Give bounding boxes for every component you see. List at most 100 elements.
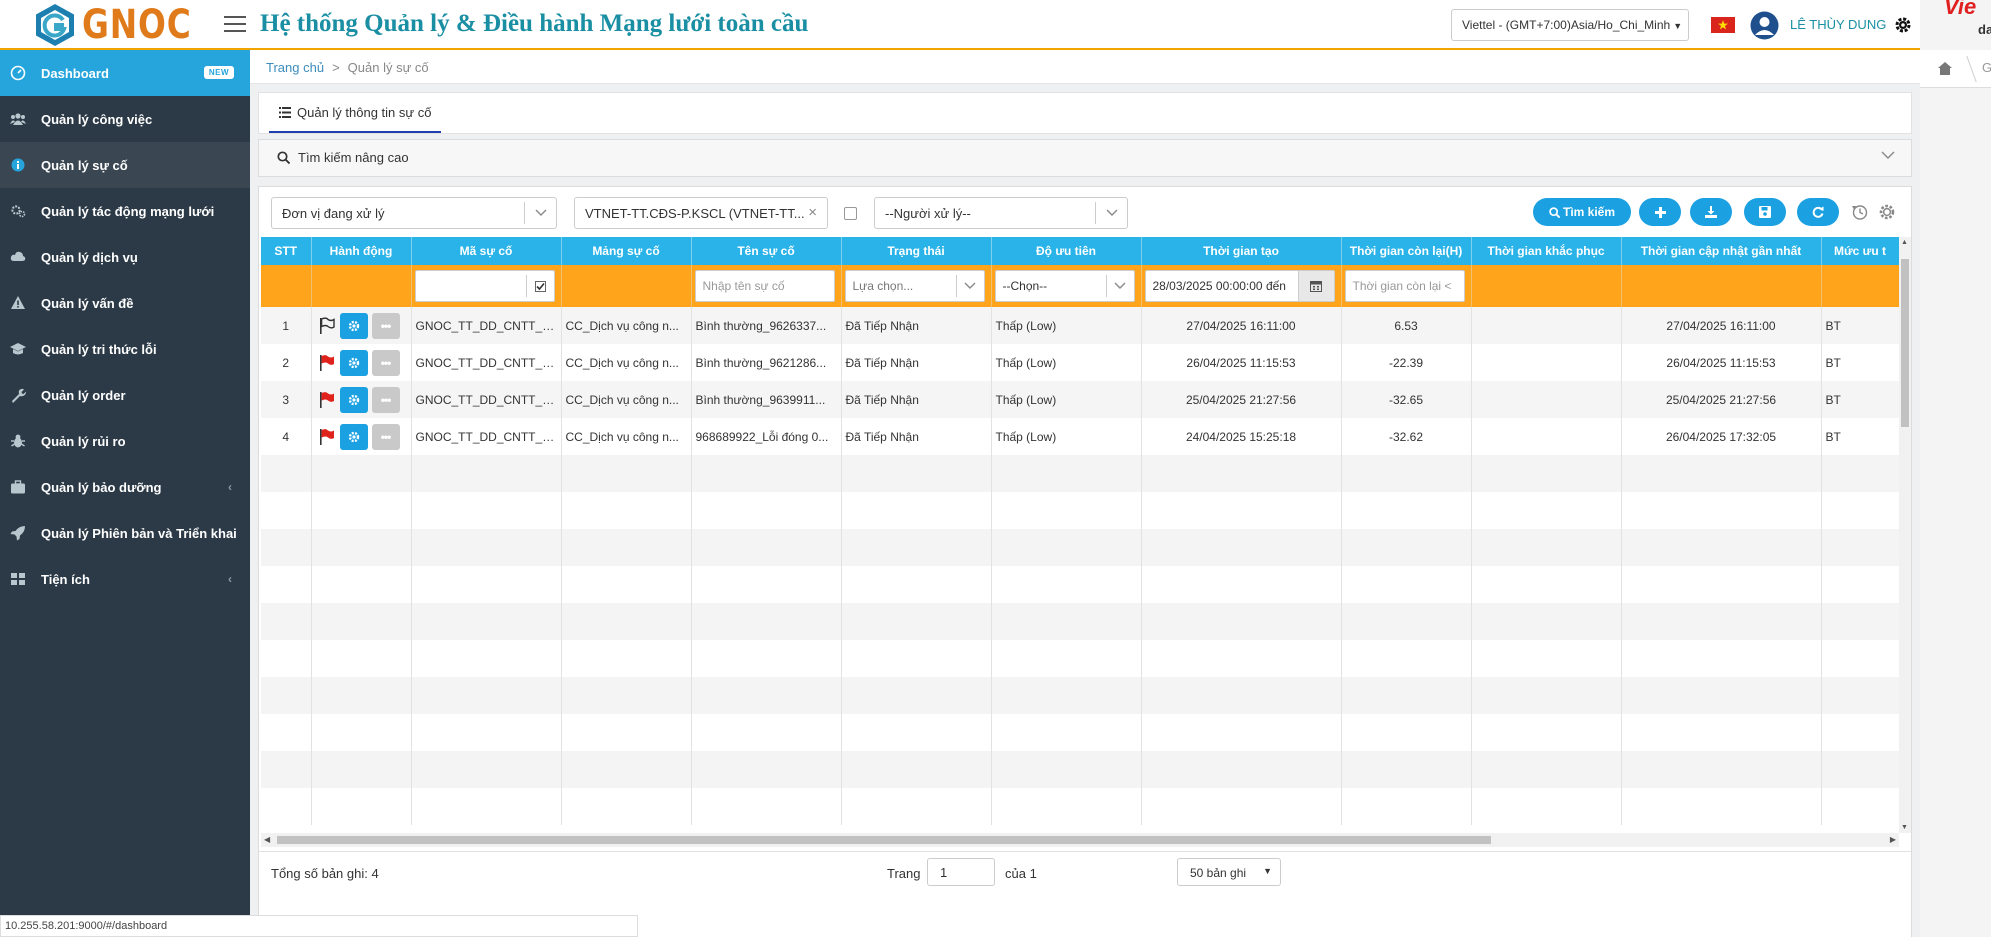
calendar-icon[interactable] — [1297, 271, 1334, 301]
sidebar-item-dashboard[interactable]: Dashboard NEW — [0, 50, 250, 96]
check-icon[interactable] — [525, 275, 554, 297]
sidebar-item-label: Quản lý order — [41, 387, 126, 403]
sidebar-item-knowledge[interactable]: Quản lý tri thức lỗi — [0, 326, 250, 372]
row-more-button[interactable]: ••• — [371, 349, 400, 376]
sidebar-item-release[interactable]: Quản lý Phiên bản và Triển khai — [0, 510, 250, 556]
gnoc-logo[interactable]: GNOC — [32, 2, 216, 48]
horizontal-scrollbar[interactable]: ◀ ▶ — [261, 833, 1899, 847]
table-row[interactable]: 4 ••• GNOC_TT_DD_CNTT_2... CC_Dịch vụ cô… — [261, 418, 1899, 455]
breadcrumb-current: Quản lý sự cố — [347, 60, 429, 75]
add-button[interactable] — [1639, 198, 1681, 226]
scroll-down-arrow-icon[interactable]: ▼ — [1901, 824, 1908, 831]
cell-code[interactable]: GNOC_TT_DD_CNTT_2... — [411, 418, 562, 455]
column-settings-gear-icon[interactable] — [1878, 203, 1896, 221]
sidebar-item-maintenance[interactable]: Quản lý bảo dưỡng ‹ — [0, 464, 250, 510]
sidebar-item-problem[interactable]: Quản lý vấn đề — [0, 280, 250, 326]
col-header-area[interactable]: Mảng sự cố — [561, 237, 692, 265]
home-icon[interactable] — [1938, 62, 1952, 75]
col-header-code[interactable]: Mã sự cố — [411, 237, 562, 265]
sidebar-item-utilities[interactable]: Tiện ích ‹ — [0, 556, 250, 602]
search-button[interactable]: Tìm kiếm — [1533, 198, 1631, 226]
breadcrumb-home-link[interactable]: Trang chủ — [266, 60, 324, 75]
advanced-search-toggle[interactable]: Tìm kiếm nâng cao — [258, 139, 1912, 177]
menu-toggle-icon[interactable] — [224, 16, 246, 34]
row-settings-button[interactable] — [339, 312, 368, 339]
col-header-name[interactable]: Tên sự cố — [691, 237, 842, 265]
user-avatar-icon[interactable] — [1750, 11, 1779, 40]
unit-selected-chip[interactable]: VTNET-TT.CĐS-P.KSCL (VTNET-TT... × — [574, 197, 828, 229]
name-filter-input[interactable]: Nhập tên sự cố — [694, 270, 835, 302]
main-content: Trang chủ > Quản lý sự cố Quản lý thông ti… — [250, 50, 1920, 937]
sidebar-item-network-impact[interactable]: Quản lý tác động mạng lưới — [0, 188, 250, 234]
created-date-range-input[interactable]: 28/03/2025 00:00:00 đến — [1144, 270, 1335, 302]
include-subunit-checkbox[interactable] — [844, 207, 857, 220]
sidebar-item-work[interactable]: Quản lý công việc — [0, 96, 250, 142]
sidebar-item-service[interactable]: Quản lý dịch vụ — [0, 234, 250, 280]
download-button[interactable] — [1690, 198, 1732, 226]
status-filter-select[interactable]: Lựa chọn... — [844, 270, 985, 302]
viettel-brand-text: Vie — [1944, 0, 1977, 19]
clear-icon[interactable]: × — [808, 204, 817, 221]
sidebar-item-label: Tiện ích — [41, 571, 90, 587]
flag-red-icon[interactable] — [318, 391, 336, 409]
sidebar-item-order[interactable]: Quản lý order — [0, 372, 250, 418]
timezone-select[interactable]: Viettel - (GMT+7:00)Asia/Ho_Chi_Minh ▼ — [1451, 9, 1689, 41]
vietnam-flag-icon[interactable] — [1711, 17, 1735, 33]
col-header-status[interactable]: Trạng thái — [841, 237, 992, 265]
row-more-button[interactable]: ••• — [371, 423, 400, 450]
code-filter-input[interactable] — [414, 270, 555, 302]
horizontal-scroll-thumb[interactable] — [277, 836, 1491, 844]
col-header-level[interactable]: Mức ưu t — [1821, 237, 1899, 265]
scroll-right-arrow-icon[interactable]: ▶ — [1890, 835, 1896, 844]
remaining-filter-input[interactable]: Thời gian còn lại < — [1344, 270, 1465, 302]
row-more-button[interactable]: ••• — [371, 312, 400, 339]
sidebar-item-risk[interactable]: Quản lý rủi ro — [0, 418, 250, 464]
cell-created: 24/04/2025 15:25:18 — [1141, 418, 1342, 455]
cell-area: CC_Dịch vụ công n... — [561, 381, 692, 418]
col-header-actions[interactable]: Hành động — [311, 237, 412, 265]
sidebar-item-incident[interactable]: Quản lý sự cố — [0, 142, 250, 188]
settings-gear-icon[interactable] — [1894, 16, 1912, 34]
empty-row — [261, 788, 1899, 825]
priority-filter-select[interactable]: --Chọn-- — [994, 270, 1135, 302]
col-header-stt[interactable]: STT — [261, 237, 312, 265]
vertical-scroll-thumb[interactable] — [1901, 259, 1909, 427]
vertical-scrollbar[interactable]: ▲ ▼ — [1899, 237, 1911, 833]
page-number-input[interactable]: 1 — [927, 858, 995, 886]
col-header-priority[interactable]: Độ ưu tiên — [991, 237, 1142, 265]
page-size-select[interactable]: 50 bản ghi ▼ — [1177, 858, 1281, 886]
table-row[interactable]: 1 ••• GNOC_TT_DD_CNTT_2... CC_Dịch vụ cô… — [261, 307, 1899, 344]
caret-down-icon: ▼ — [1263, 866, 1272, 876]
flag-red-icon[interactable] — [318, 428, 336, 446]
cell-code[interactable]: GNOC_TT_DD_CNTT_2... — [411, 381, 562, 418]
col-header-updated[interactable]: Thời gian cập nhật gần nhất — [1621, 237, 1822, 265]
cell-code[interactable]: GNOC_TT_DD_CNTT_2... — [411, 344, 562, 381]
flag-red-icon[interactable] — [318, 354, 336, 372]
row-more-button[interactable]: ••• — [371, 386, 400, 413]
search-icon — [1549, 206, 1560, 218]
col-header-fix-time[interactable]: Thời gian khắc phục — [1471, 237, 1622, 265]
scroll-left-arrow-icon[interactable]: ◀ — [264, 835, 270, 844]
cell-fix-time — [1471, 418, 1622, 455]
history-icon[interactable] — [1851, 203, 1869, 221]
secondary-breadcrumb: G — [1920, 50, 1991, 88]
flag-outline-icon[interactable] — [318, 316, 336, 335]
handler-filter-select[interactable]: --Người xử lý-- — [874, 197, 1128, 229]
unit-filter-select[interactable]: Đơn vị đang xử lý — [271, 197, 557, 229]
save-button[interactable] — [1744, 198, 1786, 226]
row-settings-button[interactable] — [339, 386, 368, 413]
user-name[interactable]: LÊ THÙY DUNG — [1790, 17, 1886, 32]
row-settings-button[interactable] — [339, 349, 368, 376]
breadcrumb: Trang chủ > Quản lý sự cố — [250, 50, 1920, 84]
cell-level: BT — [1821, 418, 1899, 455]
table-row[interactable]: 2 ••• GNOC_TT_DD_CNTT_2... CC_Dịch vụ cô… — [261, 344, 1899, 381]
scroll-up-arrow-icon[interactable]: ▲ — [1901, 239, 1908, 246]
col-header-remaining[interactable]: Thời gian còn lại(H) — [1341, 237, 1472, 265]
tab-incident-info[interactable]: Quản lý thông tin sự cố — [269, 93, 442, 133]
refresh-button[interactable] — [1797, 198, 1839, 226]
cell-name: 968689922_Lỗi đóng 0... — [691, 418, 842, 455]
col-header-created[interactable]: Thời gian tạo — [1141, 237, 1342, 265]
row-settings-button[interactable] — [339, 423, 368, 450]
table-row[interactable]: 3 ••• GNOC_TT_DD_CNTT_2... CC_Dịch vụ cô… — [261, 381, 1899, 418]
cell-code[interactable]: GNOC_TT_DD_CNTT_2... — [411, 307, 562, 344]
